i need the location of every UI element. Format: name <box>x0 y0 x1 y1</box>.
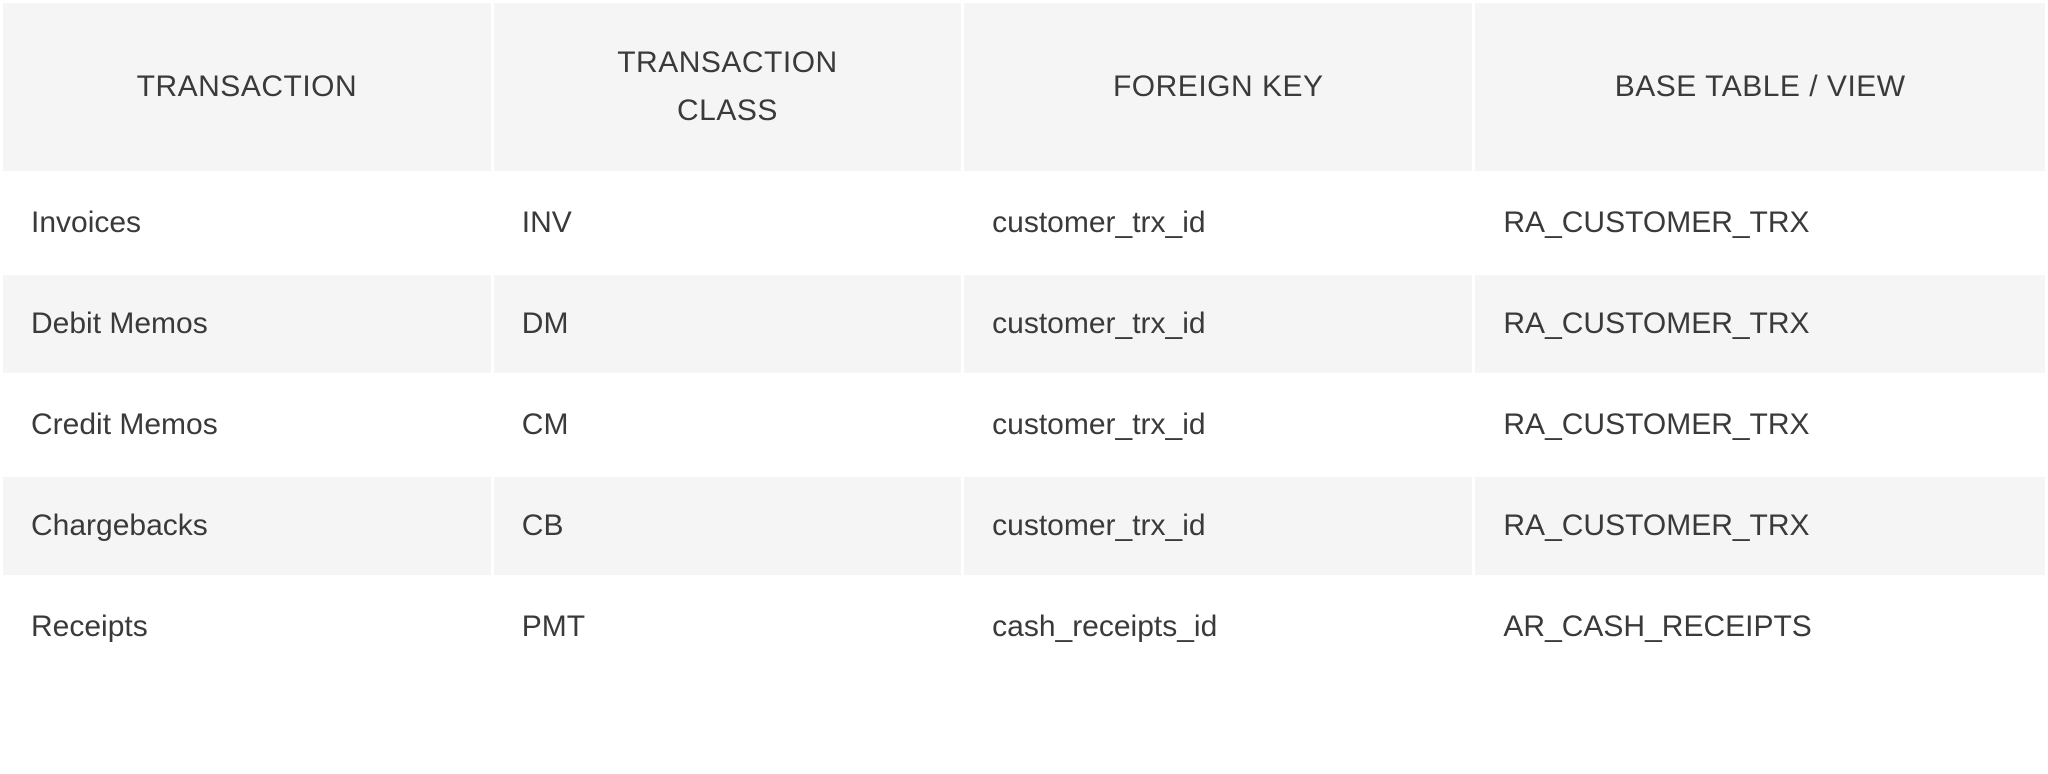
table-header: TRANSACTION TRANSACTION CLASS FOREIGN KE… <box>2 2 2047 173</box>
cell-base-table: AR_CASH_RECEIPTS <box>1474 577 2047 678</box>
header-transaction-class: TRANSACTION CLASS <box>492 2 962 173</box>
cell-foreign-key: customer_trx_id <box>963 173 1474 274</box>
table-body: Invoices INV customer_trx_id RA_CUSTOMER… <box>2 173 2047 678</box>
cell-transaction: Credit Memos <box>2 375 493 476</box>
cell-base-table: RA_CUSTOMER_TRX <box>1474 476 2047 577</box>
cell-transaction: Invoices <box>2 173 493 274</box>
table-row: Credit Memos CM customer_trx_id RA_CUSTO… <box>2 375 2047 476</box>
cell-base-table: RA_CUSTOMER_TRX <box>1474 375 2047 476</box>
cell-class: CM <box>492 375 962 476</box>
cell-foreign-key: customer_trx_id <box>963 375 1474 476</box>
cell-class: CB <box>492 476 962 577</box>
table-row: Receipts PMT cash_receipts_id AR_CASH_RE… <box>2 577 2047 678</box>
header-transaction: TRANSACTION <box>2 2 493 173</box>
cell-base-table: RA_CUSTOMER_TRX <box>1474 173 2047 274</box>
table-row: Invoices INV customer_trx_id RA_CUSTOMER… <box>2 173 2047 274</box>
cell-class: PMT <box>492 577 962 678</box>
cell-transaction: Debit Memos <box>2 274 493 375</box>
cell-transaction: Receipts <box>2 577 493 678</box>
cell-class: INV <box>492 173 962 274</box>
header-transaction-class-line1: TRANSACTION <box>518 39 937 87</box>
cell-base-table: RA_CUSTOMER_TRX <box>1474 274 2047 375</box>
cell-foreign-key: customer_trx_id <box>963 274 1474 375</box>
cell-transaction: Chargebacks <box>2 476 493 577</box>
cell-foreign-key: customer_trx_id <box>963 476 1474 577</box>
header-foreign-key: FOREIGN KEY <box>963 2 1474 173</box>
table-row: Debit Memos DM customer_trx_id RA_CUSTOM… <box>2 274 2047 375</box>
transaction-table: TRANSACTION TRANSACTION CLASS FOREIGN KE… <box>0 0 2048 679</box>
header-transaction-class-line2: CLASS <box>518 87 937 135</box>
table-row: Chargebacks CB customer_trx_id RA_CUSTOM… <box>2 476 2047 577</box>
cell-foreign-key: cash_receipts_id <box>963 577 1474 678</box>
header-base-table-view: BASE TABLE / VIEW <box>1474 2 2047 173</box>
cell-class: DM <box>492 274 962 375</box>
